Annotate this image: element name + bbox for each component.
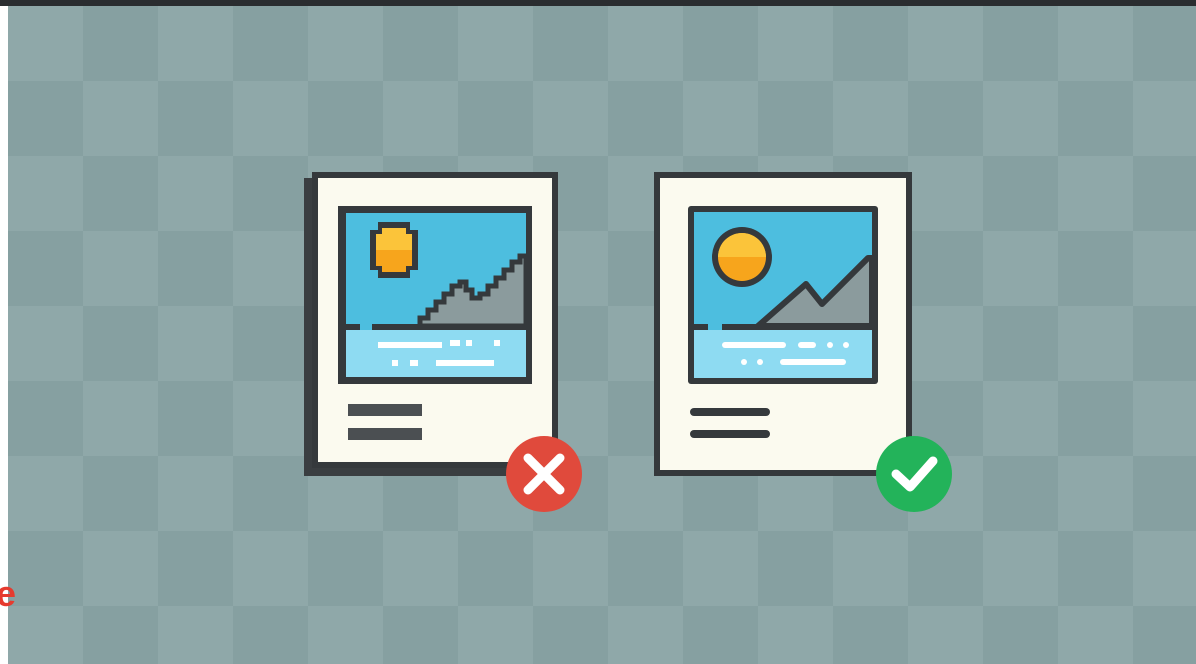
shoreline-gap: [360, 324, 372, 330]
ripple: [494, 340, 500, 346]
ripple: [450, 340, 460, 346]
shoreline: [346, 324, 526, 330]
ripple: [741, 359, 747, 365]
smooth-card: [654, 172, 912, 476]
edge-fragment: e: [0, 573, 17, 614]
ripple: [843, 342, 849, 348]
caption-line: [348, 428, 422, 440]
sun-icon: [370, 222, 418, 278]
ripple: [827, 342, 833, 348]
ripple: [410, 360, 418, 366]
ripple: [780, 359, 846, 365]
comparison-artwork: [304, 172, 952, 512]
caption-line: [690, 430, 770, 438]
water: [694, 330, 872, 378]
water: [346, 330, 526, 377]
ripple: [798, 342, 816, 348]
ripple: [722, 342, 786, 348]
ripple: [757, 359, 763, 365]
ripple: [436, 360, 494, 366]
illustration-stage: e: [0, 0, 1196, 664]
caption-line: [348, 404, 422, 416]
close-icon: [506, 436, 582, 512]
pixelated-card: [304, 172, 558, 476]
check-icon: [876, 436, 952, 512]
caption-line: [690, 408, 770, 416]
sun-icon: [712, 227, 772, 287]
shoreline-gap: [708, 324, 722, 330]
ripple: [466, 340, 472, 346]
ripple: [392, 360, 398, 366]
ripple: [378, 342, 442, 348]
